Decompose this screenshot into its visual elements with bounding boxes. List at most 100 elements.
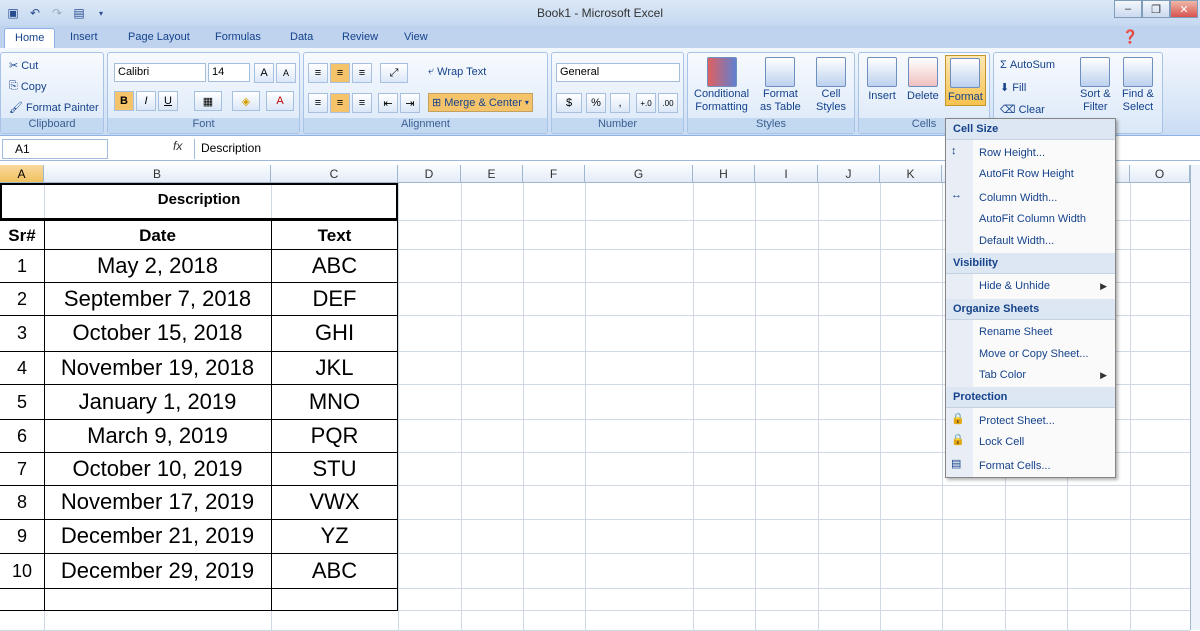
insert-cells-button[interactable]: Insert bbox=[867, 57, 897, 102]
table-header-cell[interactable]: Text bbox=[271, 226, 398, 246]
table-cell[interactable]: 1 bbox=[0, 253, 44, 279]
wrap-text-button[interactable]: ⤶ Wrap Text bbox=[428, 65, 486, 78]
table-cell[interactable]: March 9, 2019 bbox=[44, 423, 271, 449]
name-box[interactable]: A1 bbox=[2, 139, 108, 159]
table-cell[interactable]: 2 bbox=[0, 286, 44, 312]
tab-review[interactable]: Review bbox=[332, 28, 388, 48]
shrink-font-icon[interactable]: A bbox=[276, 63, 296, 83]
column-header-g[interactable]: G bbox=[585, 165, 693, 183]
bold-button[interactable]: B bbox=[114, 91, 134, 111]
menu-item-column-width[interactable]: Column Width... bbox=[979, 192, 1057, 204]
number-format-select[interactable]: General bbox=[556, 63, 680, 82]
fill-button[interactable]: ⬇ Fill bbox=[1000, 81, 1026, 95]
align-center-icon[interactable]: ≡ bbox=[330, 93, 350, 113]
cell-styles-button[interactable]: Cell Styles bbox=[816, 57, 846, 113]
table-cell[interactable]: 3 bbox=[0, 320, 44, 346]
currency-button[interactable]: $ bbox=[556, 93, 582, 113]
table-cell[interactable]: ABC bbox=[271, 253, 398, 279]
delete-cells-button[interactable]: Delete bbox=[907, 57, 939, 102]
column-header-o[interactable]: O bbox=[1130, 165, 1190, 183]
format-cells-button[interactable]: Format bbox=[945, 55, 986, 106]
format-painter-button[interactable]: 🖌 Format Painter bbox=[9, 101, 99, 115]
percent-button[interactable]: % bbox=[586, 93, 606, 113]
copy-button[interactable]: ⎘ Copy bbox=[9, 80, 47, 93]
comma-button[interactable]: , bbox=[610, 93, 630, 113]
column-header-k[interactable]: K bbox=[880, 165, 942, 183]
table-cell[interactable]: May 2, 2018 bbox=[44, 253, 271, 279]
menu-item-format-cells[interactable]: Format Cells... bbox=[979, 460, 1051, 472]
table-cell[interactable]: VWX bbox=[271, 489, 398, 515]
tab-data[interactable]: Data bbox=[280, 28, 323, 48]
table-cell[interactable]: 9 bbox=[0, 523, 44, 549]
clear-button[interactable]: ⌫ Clear bbox=[1000, 103, 1045, 117]
column-header-i[interactable]: I bbox=[755, 165, 818, 183]
column-header-d[interactable]: D bbox=[398, 165, 461, 183]
menu-item-lock-cell[interactable]: Lock Cell bbox=[979, 436, 1024, 448]
help-icon[interactable]: ❓ bbox=[1122, 29, 1138, 45]
insert-function-icon[interactable]: fx bbox=[173, 139, 182, 153]
font-size-select[interactable]: 14 bbox=[208, 63, 250, 82]
column-header-j[interactable]: J bbox=[818, 165, 880, 183]
menu-item-protect-sheet[interactable]: Protect Sheet... bbox=[979, 415, 1055, 427]
table-cell[interactable]: December 29, 2019 bbox=[44, 558, 271, 584]
column-header-e[interactable]: E bbox=[461, 165, 523, 183]
table-cell[interactable]: October 10, 2019 bbox=[44, 456, 271, 482]
orientation-icon[interactable]: ⤢ bbox=[380, 63, 408, 83]
menu-item-default-width[interactable]: Default Width... bbox=[979, 235, 1054, 247]
align-middle-icon[interactable]: ≡ bbox=[330, 63, 350, 83]
menu-item-tab-color[interactable]: Tab Color bbox=[979, 369, 1026, 381]
table-cell[interactable]: DEF bbox=[271, 286, 398, 312]
borders-icon[interactable]: ▦ bbox=[194, 91, 222, 111]
table-cell[interactable]: STU bbox=[271, 456, 398, 482]
table-cell[interactable]: January 1, 2019 bbox=[44, 389, 271, 415]
align-top-icon[interactable]: ≡ bbox=[308, 63, 328, 83]
menu-item-hide-unhide[interactable]: Hide & Unhide bbox=[979, 280, 1050, 292]
table-header-cell[interactable]: Sr# bbox=[0, 226, 44, 246]
table-cell[interactable]: GHI bbox=[271, 320, 398, 346]
table-cell[interactable]: September 7, 2018 bbox=[44, 286, 271, 312]
column-header-c[interactable]: C bbox=[271, 165, 398, 183]
table-cell[interactable]: December 21, 2019 bbox=[44, 523, 271, 549]
tab-formulas[interactable]: Formulas bbox=[205, 28, 271, 48]
tab-view[interactable]: View bbox=[394, 28, 438, 48]
table-cell[interactable]: 10 bbox=[0, 558, 44, 584]
table-cell[interactable]: 6 bbox=[0, 423, 44, 449]
fill-color-icon[interactable]: ◈ bbox=[232, 91, 260, 111]
autosum-button[interactable]: Σ AutoSum bbox=[1000, 59, 1055, 71]
tab-insert[interactable]: Insert bbox=[60, 28, 108, 48]
column-header-f[interactable]: F bbox=[523, 165, 585, 183]
column-header-a[interactable]: A bbox=[0, 165, 44, 183]
sort-filter-button[interactable]: Sort & Filter bbox=[1080, 57, 1111, 113]
merge-center-button[interactable]: ⊞ Merge & Center ▾ bbox=[428, 93, 533, 112]
vertical-scrollbar[interactable] bbox=[1190, 165, 1200, 630]
increase-indent-icon[interactable]: ⇥ bbox=[400, 93, 420, 113]
table-cell[interactable]: October 15, 2018 bbox=[44, 320, 271, 346]
tab-home[interactable]: Home bbox=[4, 28, 56, 48]
underline-button[interactable]: U bbox=[158, 91, 178, 111]
find-select-button[interactable]: Find & Select bbox=[1122, 57, 1154, 113]
italic-button[interactable]: I bbox=[136, 91, 156, 111]
align-right-icon[interactable]: ≡ bbox=[352, 93, 372, 113]
table-cell[interactable]: 8 bbox=[0, 489, 44, 515]
align-left-icon[interactable]: ≡ bbox=[308, 93, 328, 113]
cut-button[interactable]: ✂ Cut bbox=[9, 59, 38, 73]
table-cell[interactable]: MNO bbox=[271, 389, 398, 415]
column-header-b[interactable]: B bbox=[44, 165, 271, 183]
conditional-formatting-button[interactable]: Conditional Formatting bbox=[694, 57, 749, 113]
format-as-table-button[interactable]: Format as Table bbox=[760, 57, 801, 113]
menu-item-row-height[interactable]: Row Height... bbox=[979, 147, 1045, 159]
tab-page-layout[interactable]: Page Layout bbox=[118, 28, 200, 48]
table-cell[interactable]: ABC bbox=[271, 558, 398, 584]
table-cell[interactable]: 4 bbox=[0, 355, 44, 381]
column-header-h[interactable]: H bbox=[693, 165, 755, 183]
close-button[interactable]: ✕ bbox=[1170, 0, 1198, 18]
table-cell[interactable]: YZ bbox=[271, 523, 398, 549]
font-name-select[interactable]: Calibri bbox=[114, 63, 206, 82]
align-bottom-icon[interactable]: ≡ bbox=[352, 63, 372, 83]
table-cell[interactable]: 5 bbox=[0, 389, 44, 415]
table-cell[interactable]: PQR bbox=[271, 423, 398, 449]
decrease-decimal-button[interactable]: .00 bbox=[658, 93, 678, 113]
menu-item-autofit-row-height[interactable]: AutoFit Row Height bbox=[979, 168, 1074, 180]
minimize-button[interactable]: – bbox=[1114, 0, 1142, 18]
table-cell[interactable]: November 19, 2018 bbox=[44, 355, 271, 381]
